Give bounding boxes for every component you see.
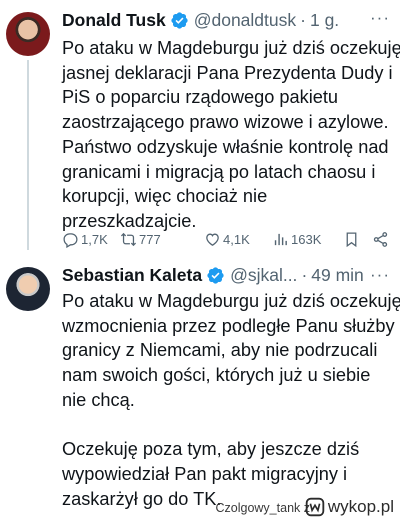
tweet-text-line: wypowiedział Pan pakt migracyjny i: [62, 463, 348, 484]
retweet-icon: [120, 232, 137, 246]
tweet-text-line: Po ataku w Magdeburgu już dziś oczekuję: [62, 291, 400, 311]
views-button[interactable]: 163K: [272, 231, 321, 248]
like-button[interactable]: 4,1K: [204, 231, 250, 248]
wykop-logo: wykop.pl: [305, 497, 394, 517]
thread-line: [27, 60, 29, 250]
tweet-header: Donald Tusk @donaldtusk · 1 g.: [62, 10, 339, 31]
reply-button[interactable]: 1,7K: [62, 231, 108, 248]
tweet-text-line: zaostrzającego prawo wizowe i azylowe.: [62, 112, 389, 133]
verified-badge-icon: [207, 267, 224, 284]
bookmark-icon: [346, 231, 357, 247]
tweet-text-line: nam swoich gości, których już u siebie: [62, 365, 371, 386]
author-handle[interactable]: @donaldtusk: [194, 10, 296, 31]
retweet-button[interactable]: 777: [120, 231, 161, 248]
action-bar: 1,7K 777 4,1K 163K: [62, 228, 396, 250]
author-handle[interactable]: @sjkal...: [230, 265, 297, 286]
reply-icon: [63, 232, 78, 248]
like-icon: [206, 233, 219, 246]
views-icon: [274, 233, 287, 245]
author-name[interactable]: Sebastian Kaleta: [62, 265, 202, 286]
tweet-text-line: PiS o poparciu rządowego pakietu: [62, 87, 339, 108]
bookmark-button[interactable]: [343, 231, 362, 248]
verified-badge-icon: [171, 12, 188, 29]
tweet-text-line: granicami i migracją po latach chaosu i: [62, 161, 376, 182]
separator-dot: ·: [300, 10, 306, 30]
wykop-logo-icon: [305, 497, 325, 517]
reply-count: 1,7K: [81, 231, 108, 247]
tweet-text-line: Po ataku w Magdeburgu już dziś oczekuję: [62, 38, 400, 58]
share-button[interactable]: [372, 231, 391, 248]
share-icon: [373, 231, 388, 247]
tweet-text: Po ataku w Magdeburgu już dziś oczekuję …: [62, 36, 400, 234]
author-name[interactable]: Donald Tusk: [62, 10, 166, 31]
avatar[interactable]: [6, 267, 50, 311]
tweet-text-line: wzmocnienia przez podległe Panu służby: [62, 315, 395, 336]
tweet-text: Po ataku w Magdeburgu już dziś oczekuję …: [62, 289, 400, 511]
tweet-sebastian-kaleta[interactable]: Sebastian Kaleta @sjkal... · 49 min ··· …: [0, 262, 400, 509]
tweet-header: Sebastian Kaleta @sjkal... · 49 min: [62, 265, 364, 286]
tweet-text-line: nie chcą.: [62, 389, 135, 410]
watermark-footer: Czolgowy_tank z wykop.pl: [0, 492, 400, 523]
tweet-donald-tusk[interactable]: Donald Tusk @donaldtusk · 1 g. ··· Po at…: [0, 0, 400, 262]
tweet-text-line: korupcji, więc chociaż nie: [62, 186, 268, 207]
like-count: 4,1K: [223, 231, 250, 247]
timestamp[interactable]: 49 min: [311, 265, 364, 286]
views-count: 163K: [291, 231, 322, 247]
tweet-text-line: Oczekuję poza tym, aby jeszcze dziś: [62, 439, 360, 460]
footer-username: Czolgowy_tank z: [215, 501, 311, 515]
avatar[interactable]: [6, 12, 50, 56]
separator-dot: ·: [301, 265, 308, 285]
tweet-text-line: granicy z Niemcami, aby nie podrzucali: [62, 340, 378, 361]
more-options-icon[interactable]: ···: [370, 8, 390, 28]
tweet-text-line: jasnej deklaracji Pana Prezydenta Dudy i: [62, 62, 393, 83]
timestamp[interactable]: 1 g.: [310, 10, 339, 31]
more-options-icon[interactable]: ···: [370, 265, 390, 285]
tweet-text-line: Państwo odzyskuje właśnie kontrolę nad: [62, 136, 389, 157]
retweet-count: 777: [139, 231, 161, 247]
wykop-logo-text: wykop.pl: [327, 497, 394, 516]
